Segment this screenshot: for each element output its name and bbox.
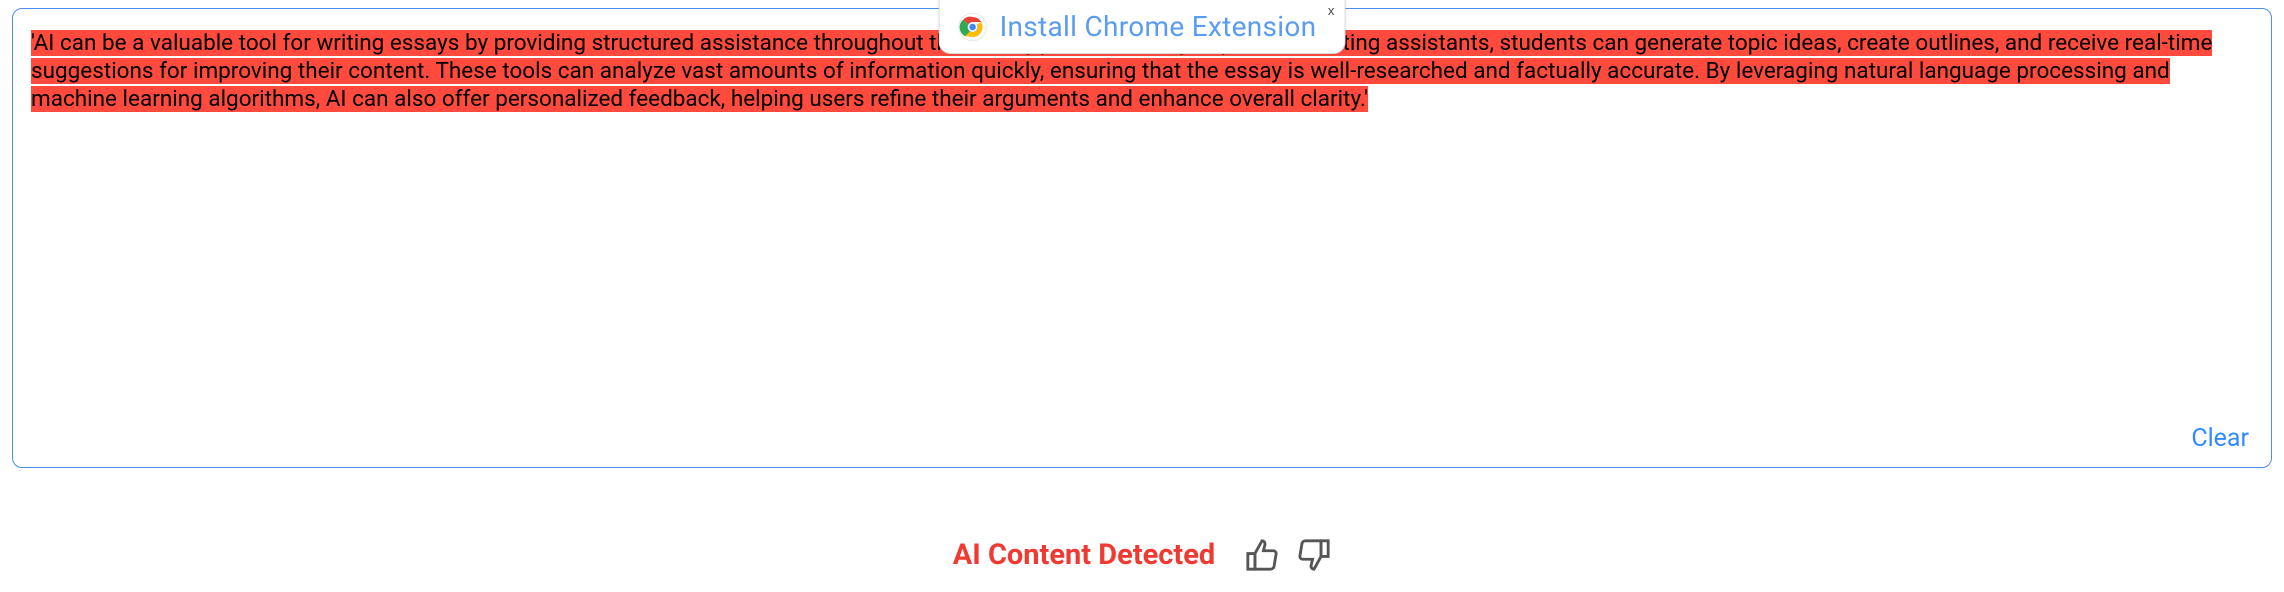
banner-text: Install Chrome Extension <box>1000 10 1317 43</box>
thumbs-down-icon[interactable] <box>1297 538 1331 572</box>
clear-button[interactable]: Clear <box>2191 424 2249 453</box>
chrome-icon <box>958 12 988 42</box>
status-message: AI Content Detected <box>953 538 1215 572</box>
detection-status-bar: AI Content Detected <box>0 538 2284 572</box>
feedback-thumbs <box>1245 538 1331 572</box>
chrome-extension-banner[interactable]: Install Chrome Extension x <box>939 0 1346 54</box>
text-input-box[interactable]: 'AI can be a valuable tool for writing e… <box>12 8 2272 468</box>
thumbs-up-icon[interactable] <box>1245 538 1279 572</box>
close-icon[interactable]: x <box>1328 3 1335 18</box>
